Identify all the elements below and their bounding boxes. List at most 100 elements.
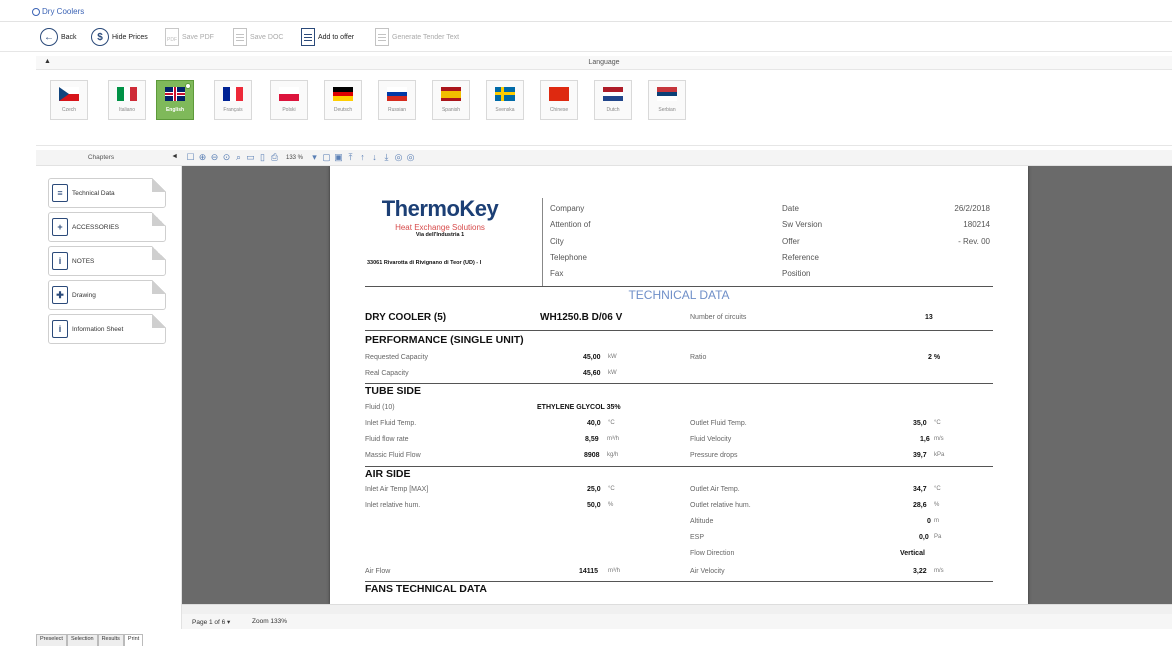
zoom-out-icon[interactable]: ⊖ xyxy=(210,153,219,162)
tube-unit-1: kg/h xyxy=(607,452,619,458)
language-name: Serbian xyxy=(658,107,676,113)
next-page-icon[interactable]: ↓ xyxy=(370,153,379,162)
ratio-label: Ratio xyxy=(690,354,707,361)
whole-page-icon[interactable]: ▯ xyxy=(258,153,267,162)
air-unit-1: °C xyxy=(608,486,615,492)
zoom-in-icon[interactable]: ⊕ xyxy=(198,153,207,162)
chapter-notes[interactable]: i NOTES xyxy=(48,246,166,276)
zoom-region-icon[interactable]: ⌕ xyxy=(234,153,243,162)
chapter-drawing[interactable]: ✚ Drawing xyxy=(48,280,166,310)
chapter-label: ACCESSORIES xyxy=(72,223,119,231)
collapse-left-icon[interactable]: ◄ xyxy=(171,153,178,160)
back-button[interactable]: ← Back xyxy=(40,27,77,47)
chapter-label: Technical Data xyxy=(72,189,115,197)
language-english[interactable]: English xyxy=(156,80,194,120)
print-icon[interactable]: ⎙ xyxy=(270,153,279,162)
tab-selection[interactable]: Selection xyxy=(66,634,98,646)
address-line-1: Via dell'Industria 1 xyxy=(415,232,465,238)
language-spanish[interactable]: Spanish xyxy=(432,80,470,120)
document-viewer[interactable]: ThermoKey Heat Exchange Solutions Via de… xyxy=(182,166,1172,604)
tube-value-2: 39,7 xyxy=(913,452,927,459)
logo-brand: ThermoKey xyxy=(381,196,499,221)
header-labels: Company Attention of City Telephone Fax xyxy=(550,201,590,282)
tab-preselect[interactable]: Preselect xyxy=(36,634,67,646)
language-name: English xyxy=(165,107,185,113)
forward-nav-icon[interactable]: ◎ xyxy=(406,153,415,162)
uk-flag-icon xyxy=(165,87,185,101)
dollar-icon: $ xyxy=(91,28,109,46)
meta-labels: Date Sw Version Offer Reference Position xyxy=(782,201,822,282)
language-polski[interactable]: Polski xyxy=(270,80,308,120)
fax-label: Fax xyxy=(550,269,564,279)
chapter-technical-data[interactable]: ≡ Technical Data xyxy=(48,178,166,208)
tab-results[interactable]: Results xyxy=(97,634,124,646)
horizontal-scrollbar[interactable] xyxy=(182,604,1172,614)
language-name: Français xyxy=(223,107,243,113)
document-lines-icon: ≡ xyxy=(52,184,68,202)
previous-page-icon[interactable]: ↑ xyxy=(358,153,367,162)
chapter-accessories[interactable]: + ACCESSORIES xyxy=(48,212,166,242)
requested-capacity-value: 45,00 xyxy=(583,354,601,361)
france-flag-icon xyxy=(223,87,243,101)
generate-tender-text-button[interactable]: Generate Tender Text xyxy=(375,27,459,47)
language-svenska[interactable]: Svenska xyxy=(486,80,524,120)
save-doc-label: Save DOC xyxy=(250,33,284,41)
chapters-header: Chapters ◄ xyxy=(36,150,182,166)
document-page: ThermoKey Heat Exchange Solutions Via de… xyxy=(330,166,1028,604)
zoom-level[interactable]: 133 % xyxy=(286,155,303,161)
single-page-icon[interactable]: ▢ xyxy=(322,153,331,162)
tube-unit-2: °C xyxy=(934,420,941,426)
language-serbian[interactable]: Serbian xyxy=(648,80,686,120)
russia-flag-icon xyxy=(387,87,407,101)
info-icon: i xyxy=(52,252,68,270)
hand-tool-icon[interactable]: ☐ xyxy=(186,153,195,162)
header-divider xyxy=(542,198,543,286)
first-page-icon[interactable]: ⤒ xyxy=(346,153,355,162)
offer-value: - Rev. 00 xyxy=(958,236,990,246)
fans-title: FANS TECHNICAL DATA xyxy=(365,583,487,595)
language-name: Chinese xyxy=(549,107,569,113)
save-doc-button[interactable]: Save DOC xyxy=(233,27,283,47)
add-document-icon xyxy=(301,28,315,46)
date-value: 26/2/2018 xyxy=(954,204,990,213)
hide-prices-label: Hide Prices xyxy=(112,33,148,41)
page-selector[interactable]: Page 1 of 6 ▾ xyxy=(192,618,230,626)
language-deutsch[interactable]: Deutsch xyxy=(324,80,362,120)
language-chinese[interactable]: Chinese xyxy=(540,80,578,120)
air-row: Inlet Air Temp [MAX] 25,0 °C Outlet Air … xyxy=(365,486,993,502)
language-francais[interactable]: Français xyxy=(214,80,252,120)
performance-title: PERFORMANCE (SINGLE UNIT) xyxy=(365,334,524,346)
hide-prices-button[interactable]: $ Hide Prices xyxy=(91,27,148,47)
language-czech[interactable]: Czech xyxy=(50,80,88,120)
chevron-down-icon[interactable]: ▾ xyxy=(310,153,319,162)
requested-capacity-label: Requested Capacity xyxy=(365,354,429,361)
zoom-icon[interactable]: ⊙ xyxy=(222,153,231,162)
pdf-icon-text: PDF xyxy=(167,37,177,43)
language-name: Polski xyxy=(282,107,296,113)
language-panel-header[interactable]: ▲ Language xyxy=(36,56,1172,70)
chapter-information-sheet[interactable]: i Information Sheet xyxy=(48,314,166,344)
real-capacity-unit: kW xyxy=(608,370,617,376)
circuits-value: 13 xyxy=(925,314,933,321)
tube-label-1: Inlet Fluid Temp. xyxy=(365,420,417,427)
zoom-status: Zoom 133% xyxy=(252,618,288,625)
sw-version-label: Sw Version xyxy=(782,220,823,230)
language-dutch[interactable]: Dutch xyxy=(594,80,632,120)
language-russian[interactable]: Russian xyxy=(378,80,416,120)
air-label-2: Altitude xyxy=(690,518,714,525)
add-to-offer-button[interactable]: Add to offer xyxy=(301,27,354,47)
page-fold-icon xyxy=(152,246,166,260)
tab-print[interactable]: Print xyxy=(123,634,144,646)
air-label-2: Flow Direction xyxy=(690,550,735,557)
multi-page-icon[interactable]: ▣ xyxy=(334,153,343,162)
save-pdf-button[interactable]: PDF Save PDF xyxy=(165,27,214,47)
back-nav-icon[interactable]: ◎ xyxy=(394,153,403,162)
air-row: ESP 0,0 Pa xyxy=(365,534,993,550)
page-width-icon[interactable]: ▭ xyxy=(246,153,255,162)
last-page-icon[interactable]: ⤓ xyxy=(382,153,391,162)
language-italiano[interactable]: Italiano xyxy=(108,80,146,120)
tube-value-2: 1,6 xyxy=(920,436,930,443)
chapter-label: Information Sheet xyxy=(72,325,124,333)
language-name: Italiano xyxy=(118,107,136,113)
save-pdf-label: Save PDF xyxy=(182,33,214,41)
